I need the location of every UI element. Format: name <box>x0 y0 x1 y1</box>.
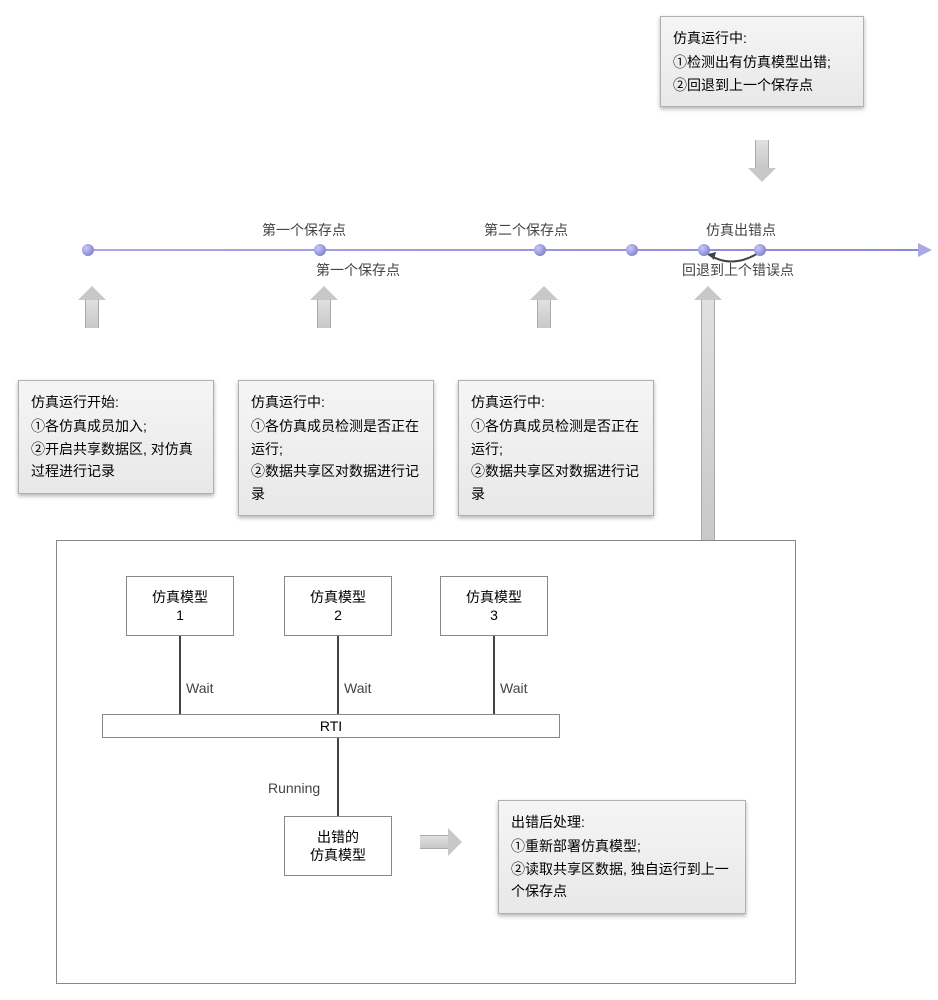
wait-2: Wait <box>344 680 371 696</box>
box-error-detect-title: 仿真运行中: <box>673 27 851 49</box>
arrow-up-from-container <box>694 286 722 542</box>
label-savepoint1-bottom: 第一个保存点 <box>316 260 400 280</box>
error-model-box: 出错的 仿真模型 <box>284 816 392 876</box>
box-cp1-line2: ②数据共享区对数据进行记录 <box>251 460 421 505</box>
arrow-up-sp2 <box>530 286 558 328</box>
model-1-num: 1 <box>176 606 184 624</box>
edge-m2-rti <box>337 636 339 714</box>
model-2-box: 仿真模型 2 <box>284 576 392 636</box>
arrow-down-to-error-point <box>748 140 776 182</box>
running-label: Running <box>268 780 320 796</box>
box-error-detect-line1: ①检测出有仿真模型出错; <box>673 51 851 73</box>
rti-label: RTI <box>320 718 342 734</box>
label-error-point: 仿真出错点 <box>706 220 776 240</box>
box-pe-line1: ①重新部署仿真模型; <box>511 835 733 857</box>
arrow-up-sp1 <box>310 286 338 328</box>
dot-rollback-target <box>698 244 710 256</box>
model-2-name: 仿真模型 <box>310 588 366 606</box>
model-3-box: 仿真模型 3 <box>440 576 548 636</box>
box-cp1-line1: ①各仿真成员检测是否正在运行; <box>251 415 421 460</box>
model-1-name: 仿真模型 <box>152 588 208 606</box>
box-checkpoint1: 仿真运行中: ①各仿真成员检测是否正在运行; ②数据共享区对数据进行记录 <box>238 380 434 516</box>
box-post-error: 出错后处理: ①重新部署仿真模型; ②读取共享区数据, 独自运行到上一个保存点 <box>498 800 746 914</box>
edge-m3-rti <box>493 636 495 714</box>
label-savepoint1-top: 第一个保存点 <box>262 220 346 240</box>
box-cp2-line1: ①各仿真成员检测是否正在运行; <box>471 415 641 460</box>
box-pe-line2: ②读取共享区数据, 独自运行到上一个保存点 <box>511 858 733 903</box>
model-3-name: 仿真模型 <box>466 588 522 606</box>
box-start-line2: ②开启共享数据区, 对仿真过程进行记录 <box>31 438 201 483</box>
wait-1: Wait <box>186 680 213 696</box>
box-cp1-title: 仿真运行中: <box>251 391 421 413</box>
error-model-l2: 仿真模型 <box>310 846 366 864</box>
box-pe-title: 出错后处理: <box>511 811 733 833</box>
edge-rti-err <box>337 738 339 816</box>
model-3-num: 3 <box>490 606 498 624</box>
label-savepoint2: 第二个保存点 <box>484 220 568 240</box>
edge-m1-rti <box>179 636 181 714</box>
model-1-box: 仿真模型 1 <box>126 576 234 636</box>
error-model-l1: 出错的 <box>317 828 359 846</box>
wait-3: Wait <box>500 680 527 696</box>
arrow-to-post-error <box>420 828 462 856</box>
model-2-num: 2 <box>334 606 342 624</box>
dot-savepoint1 <box>314 244 326 256</box>
dot-savepoint2 <box>534 244 546 256</box>
timeline-arrowhead <box>918 243 932 257</box>
box-error-detect: 仿真运行中: ①检测出有仿真模型出错; ②回退到上一个保存点 <box>660 16 864 107</box>
dot-extra <box>626 244 638 256</box>
box-error-detect-line2: ②回退到上一个保存点 <box>673 74 851 96</box>
box-checkpoint2: 仿真运行中: ①各仿真成员检测是否正在运行; ②数据共享区对数据进行记录 <box>458 380 654 516</box>
box-cp2-line2: ②数据共享区对数据进行记录 <box>471 460 641 505</box>
box-start: 仿真运行开始: ①各仿真成员加入; ②开启共享数据区, 对仿真过程进行记录 <box>18 380 214 494</box>
rti-bar: RTI <box>102 714 560 738</box>
box-start-title: 仿真运行开始: <box>31 391 201 413</box>
arrow-up-start <box>78 286 106 328</box>
dot-start <box>82 244 94 256</box>
timeline-line <box>82 249 930 251</box>
box-start-line1: ①各仿真成员加入; <box>31 415 201 437</box>
dot-error <box>754 244 766 256</box>
box-cp2-title: 仿真运行中: <box>471 391 641 413</box>
